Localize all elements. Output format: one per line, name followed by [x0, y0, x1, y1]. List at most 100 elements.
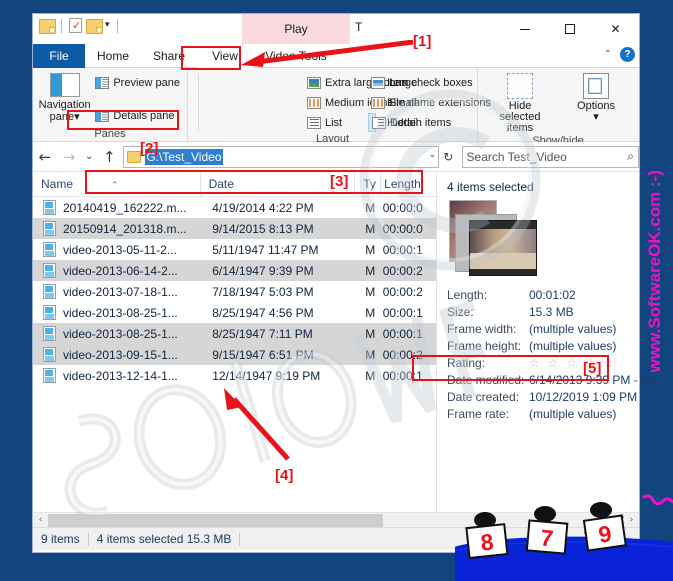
address-dropdown-icon[interactable]: ⌄ [429, 150, 437, 160]
property-key: Date modified: [447, 372, 525, 387]
file-type: M [365, 368, 376, 383]
scroll-right-icon[interactable]: › [624, 515, 639, 525]
tab-home[interactable]: Home [85, 44, 141, 68]
maximize-button[interactable] [547, 14, 592, 44]
horizontal-scrollbar[interactable]: ‹ › [33, 512, 639, 527]
scrollbar-thumb[interactable] [48, 513, 383, 527]
navigation-pane-button[interactable]: Navigation pane▾ [37, 71, 92, 127]
contextual-tab-group-header[interactable]: Play [242, 14, 350, 44]
window-title: T [355, 20, 363, 34]
new-folder-icon[interactable] [86, 19, 103, 34]
options-label: Options ▾ [577, 101, 615, 123]
view-list[interactable]: List [304, 113, 368, 132]
tab-share-label: Share [152, 49, 186, 63]
table-row[interactable]: video-2013-07-18-1... 7/18/1947 5:03 PM M 0… [33, 281, 436, 302]
file-type: M [365, 221, 376, 236]
column-header-type[interactable]: Ty [355, 171, 382, 197]
video-file-icon [43, 347, 56, 362]
file-length: 00:00:2 [382, 263, 423, 278]
scrollbar-track[interactable] [48, 513, 624, 528]
properties-icon[interactable]: ✓ [69, 18, 82, 33]
column-header-length[interactable]: Length [381, 172, 436, 197]
table-row[interactable]: video-2013-08-25-1... 8/25/1947 7:11 PM M 0… [33, 323, 436, 344]
details-pane: 4 items selected Length: 00:01:02 Size: 15.… [437, 172, 668, 512]
property-value[interactable]: ☆ ☆ ☆ ☆ ☆ [529, 356, 616, 370]
file-name: video-2013-06-14-2... [63, 263, 178, 278]
table-row[interactable]: 20140419_162222.m... 4/19/2014 4:22 PM M 00… [33, 197, 436, 218]
ribbon-group-layout: Extra large icons Large Item check boxes [188, 68, 491, 145]
table-row[interactable]: video-2013-08-25-1... 8/25/1947 4:56 PM M 0… [33, 302, 436, 323]
file-length: 00:00:1 [382, 242, 423, 257]
details-pane-label: Details pane [113, 109, 175, 122]
search-icon: ⌕ [627, 149, 634, 163]
hide-selected-items-button[interactable]: Hide selected items [487, 71, 553, 134]
scroll-left-icon[interactable]: ‹ [33, 515, 48, 525]
forward-button[interactable]: → [57, 142, 81, 172]
details-pane-button[interactable]: Details pane [92, 106, 183, 125]
up-button[interactable]: ↑ [97, 142, 121, 172]
tab-share[interactable]: Share [141, 44, 197, 68]
video-file-icon [43, 305, 56, 320]
tab-file[interactable]: File [33, 44, 85, 68]
property-row: Size: 15.3 MB [447, 303, 668, 320]
sort-ascending-icon: ⌃ [111, 180, 119, 191]
file-name: video-2013-08-25-1... [63, 326, 178, 341]
back-button[interactable]: ← [33, 142, 57, 172]
file-name: 20140419_162222.m... [63, 200, 187, 215]
qat-dropdown-icon[interactable]: ▾ [105, 21, 110, 30]
property-value: 00:01:02 [529, 287, 576, 302]
file-length: 00:00:1 [382, 326, 423, 341]
tab-view[interactable]: View [197, 44, 253, 68]
column-header-name[interactable]: Name ⌃ [33, 171, 201, 197]
annotation-label-1: [1] [413, 33, 432, 50]
collapse-ribbon-icon[interactable]: ⌃ [604, 49, 612, 60]
file-length: 00:00:1 [382, 305, 423, 320]
file-name: video-2013-09-15-1... [63, 347, 178, 362]
file-explorer-window: ✓ ▾ Play T ✕ File Home Share View Video … [33, 14, 668, 552]
file-type: M [365, 200, 376, 215]
preview-pane-button[interactable]: Preview pane [92, 73, 183, 92]
recent-locations-icon[interactable]: ⌄ [81, 142, 98, 172]
panes-small-buttons: Preview pane Details pane [92, 71, 183, 127]
preview-pane-icon [95, 76, 110, 89]
item-check-boxes-label: Item check boxes [387, 76, 473, 89]
navigation-pane-label: Navigation pane▾ [38, 99, 91, 123]
qat-divider-1 [61, 18, 62, 33]
options-button[interactable]: Options ▾ [563, 71, 629, 134]
file-list-view[interactable]: Name ⌃ Date Ty Length 20140419_162222.m.… [33, 171, 437, 512]
minimize-button[interactable] [502, 14, 547, 44]
table-row[interactable]: 20150914_201318.m... 9/14/2015 8:13 PM M 00… [33, 218, 436, 239]
table-row[interactable]: video-2013-06-14-2... 6/14/1947 9:39 PM M 0… [33, 260, 436, 281]
tab-video-tools[interactable]: Video Tools [255, 44, 337, 68]
file-type: M [365, 242, 376, 257]
file-name: video-2013-12-14-1... [63, 368, 178, 383]
annotation-label-4: [4] [275, 467, 294, 484]
table-row[interactable]: video-2013-09-15-1... 9/15/1947 6:51 PM M 0… [33, 344, 436, 365]
layout-grid: Extra large icons Large Item check boxes [192, 71, 499, 132]
property-value: (multiple values) [529, 338, 617, 353]
column-header-type-label: Ty [363, 176, 376, 191]
table-row[interactable]: video-2013-05-11-2... 5/11/1947 11:47 PM M… [33, 239, 436, 260]
help-button[interactable]: ? [620, 47, 635, 62]
property-key: Rating: [447, 355, 486, 370]
ribbon-controls: ⌃ ? [604, 47, 635, 62]
folder-icon[interactable] [39, 19, 56, 34]
address-input[interactable]: G:\Test_Video ⌄ [123, 145, 440, 168]
file-thumbnail [449, 200, 545, 278]
panes-group-label: Panes [94, 128, 126, 140]
table-row[interactable]: video-2013-12-14-1... 12/14/1947 9:19 PM M… [33, 365, 436, 386]
close-button[interactable]: ✕ [592, 14, 639, 44]
property-row: Frame rate: (multiple values) [447, 405, 668, 422]
title-bar: ✓ ▾ Play T ✕ [33, 14, 639, 44]
file-name: video-2013-07-18-1... [63, 284, 178, 299]
view-extra-large-icons[interactable]: Extra large icons [304, 73, 407, 92]
file-date: 9/15/1947 6:51 PM [212, 347, 314, 362]
property-row: Date created: 10/12/2019 1:09 PM [447, 388, 668, 405]
refresh-button[interactable]: ↻ [439, 150, 457, 164]
address-bar: ← → ⌄ ↑ G:\Test_Video ⌄ ↻ Search Test_Vi… [33, 142, 639, 172]
details-view-icon [372, 116, 386, 129]
property-list: Length: 00:01:02 Size: 15.3 MB Frame width: (… [447, 286, 668, 422]
view-medium-icons[interactable]: Medium icons [304, 93, 393, 112]
property-row: Rating: ☆ ☆ ☆ ☆ ☆ [447, 354, 668, 371]
search-input[interactable]: Search Test_Video ⌕ [461, 145, 639, 168]
